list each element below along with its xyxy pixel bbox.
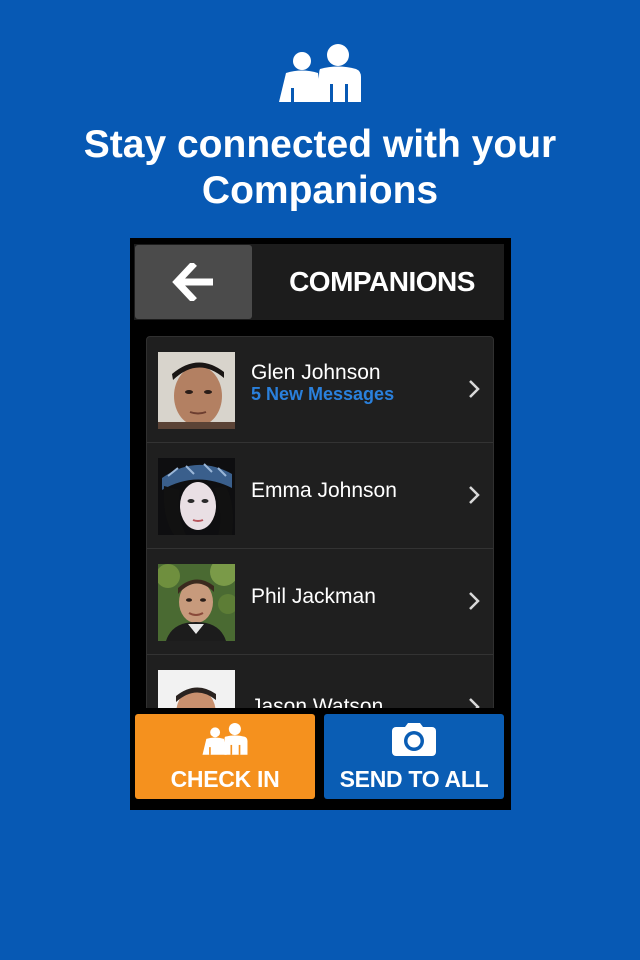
send-to-all-label: SEND TO ALL: [339, 766, 489, 792]
phone-screen: COMPANIONS Glen Johnson 5 New Messages E…: [130, 238, 511, 810]
chevron-right-icon: [469, 380, 480, 398]
headline-line-2: Companions: [201, 169, 439, 212]
check-in-label: CHECK IN: [170, 766, 280, 792]
companions-icon: [279, 44, 361, 102]
back-button[interactable]: [135, 245, 252, 319]
avatar: [158, 352, 235, 429]
chevron-right-icon: [469, 486, 480, 504]
headline: Stay connected with your Companions: [0, 122, 640, 214]
companion-row-phil-jackman[interactable]: Phil Jackman: [147, 549, 493, 655]
companion-name: Phil Jackman: [251, 585, 376, 608]
avatar: [158, 564, 235, 641]
new-messages-badge: 5 New Messages: [251, 384, 395, 404]
nav-bar: COMPANIONS: [134, 244, 504, 320]
companion-row-emma-johnson[interactable]: Emma Johnson: [147, 443, 493, 549]
companion-name: Emma Johnson: [251, 479, 397, 502]
companions-icon: [202, 723, 248, 755]
send-to-all-button[interactable]: SEND TO ALL: [324, 714, 504, 799]
companion-name: Glen Johnson: [251, 361, 381, 384]
check-in-button[interactable]: CHECK IN: [135, 714, 315, 799]
camera-icon: [392, 723, 436, 756]
headline-line-1: Stay connected with your: [83, 123, 557, 166]
companion-row-glen-johnson[interactable]: Glen Johnson 5 New Messages: [147, 337, 493, 443]
arrow-left-icon: [171, 263, 213, 301]
action-bar: CHECK IN SEND TO ALL: [130, 708, 511, 810]
page-title: COMPANIONS: [289, 266, 475, 297]
avatar: [158, 458, 235, 535]
chevron-right-icon: [469, 592, 480, 610]
